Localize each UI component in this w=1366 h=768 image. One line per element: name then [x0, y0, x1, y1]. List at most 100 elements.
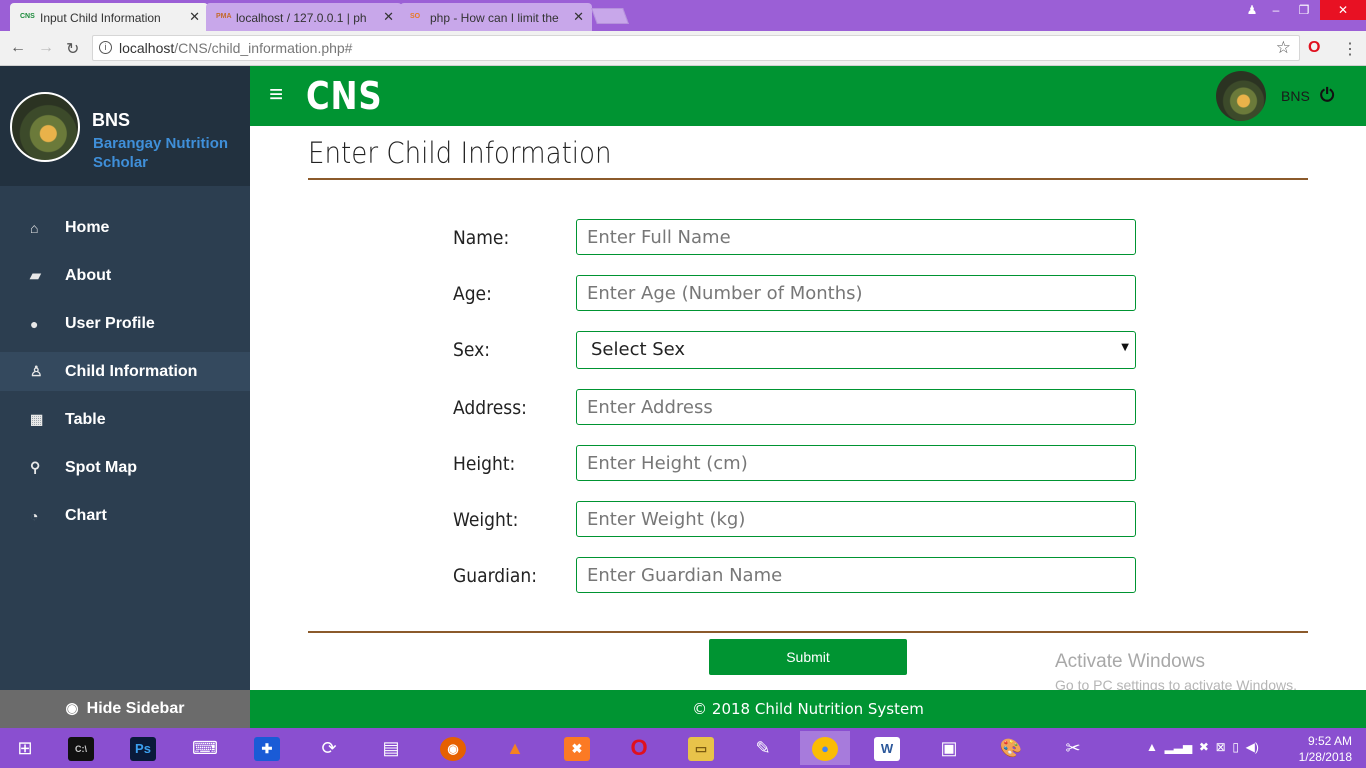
- new-tab-button[interactable]: [591, 8, 629, 24]
- form-row-sex: Sex: Select Sex ▼: [453, 331, 1153, 369]
- child-icon: ♙: [30, 363, 43, 379]
- windows-start-icon[interactable]: ⊞: [0, 731, 50, 765]
- signal-icon[interactable]: ▂▃▅: [1165, 740, 1193, 754]
- user-name[interactable]: BNS: [1281, 88, 1310, 104]
- sidebar-item-label: Spot Map: [65, 458, 137, 476]
- vlc-icon[interactable]: ▲: [490, 731, 540, 765]
- sidebar-item-chart[interactable]: ◔ Chart: [0, 496, 250, 535]
- tab-title: Input Child Information: [40, 11, 161, 25]
- browser-tab-bar: CNS Input Child Information ✕ PMA localhos…: [0, 0, 1366, 31]
- reload-icon[interactable]: ↻: [66, 39, 79, 59]
- firefox-icon[interactable]: ◉: [428, 731, 478, 765]
- age-label: Age:: [453, 283, 492, 305]
- tab-stackoverflow[interactable]: SO php - How can I limit the ✕: [400, 3, 592, 31]
- stackoverflow-favicon-icon: SO: [410, 12, 421, 20]
- photos-icon[interactable]: ▣: [924, 731, 974, 765]
- back-icon[interactable]: ←: [10, 39, 26, 57]
- sidebar-item-home[interactable]: ⌂ Home: [0, 208, 250, 247]
- shield-icon[interactable]: ✚: [242, 731, 292, 765]
- sidebar-item-about[interactable]: ▰ About: [0, 256, 250, 295]
- main-content: Enter Child Information Name: Age: Sex: …: [250, 126, 1366, 693]
- hide-sidebar-button[interactable]: ◉ Hide Sidebar: [0, 690, 250, 728]
- sync-icon[interactable]: ⟳: [304, 731, 354, 765]
- restore-icon[interactable]: ❐: [1290, 0, 1318, 20]
- volume-icon[interactable]: ◀): [1246, 740, 1259, 754]
- age-input[interactable]: [576, 275, 1136, 311]
- avatar: [10, 92, 80, 162]
- address-input[interactable]: [576, 389, 1136, 425]
- opera-icon[interactable]: O: [1308, 39, 1320, 57]
- opera-taskbar-icon[interactable]: O: [614, 731, 664, 765]
- form-row-age: Age:: [453, 275, 1153, 311]
- snipping-tool-icon[interactable]: ✂: [1048, 731, 1098, 765]
- chrome-icon[interactable]: ●: [800, 731, 850, 765]
- sidebar-item-child-information[interactable]: ♙ Child Information: [0, 352, 250, 391]
- sex-select-value: Select Sex: [591, 339, 686, 360]
- name-input[interactable]: [576, 219, 1136, 255]
- tab-title: php - How can I limit the: [430, 11, 559, 25]
- brand-logo[interactable]: CNS: [306, 74, 383, 118]
- hide-sidebar-label: Hide Sidebar: [86, 700, 185, 717]
- battery-icon[interactable]: ▯: [1232, 740, 1239, 754]
- sidebar-item-user-profile[interactable]: ● User Profile: [0, 304, 250, 343]
- xampp-tray-icon[interactable]: ✖: [1199, 740, 1209, 754]
- xampp-icon[interactable]: ✖: [552, 731, 602, 765]
- keyboard-icon[interactable]: ⌨: [180, 731, 230, 765]
- hamburger-menu-icon[interactable]: ≡: [269, 83, 283, 107]
- tab-phpmyadmin[interactable]: PMA localhost / 127.0.0.1 | ph ✕: [206, 3, 402, 31]
- height-input[interactable]: [576, 445, 1136, 481]
- guardian-input[interactable]: [576, 557, 1136, 593]
- adobe-tray-icon[interactable]: ▲: [1146, 740, 1158, 754]
- sex-label: Sex:: [453, 339, 490, 361]
- sidebar-item-label: About: [65, 266, 112, 284]
- cns-favicon-icon: CNS: [20, 12, 35, 20]
- eye-slash-icon: ◉: [65, 700, 79, 717]
- forward-icon[interactable]: →: [38, 39, 54, 57]
- map-marker-icon: ⚲: [30, 459, 41, 475]
- notepad-icon[interactable]: ✎: [738, 731, 788, 765]
- divider: [308, 178, 1308, 180]
- sidebar-item-label: Table: [65, 410, 106, 428]
- sidebar-item-table[interactable]: ▦ Table: [0, 400, 250, 439]
- system-tray: ▲ ▂▃▅ ✖ ⊠ ▯ ◀): [1146, 740, 1259, 754]
- close-icon[interactable]: ✕: [189, 9, 200, 25]
- phpmyadmin-favicon-icon: PMA: [216, 12, 232, 20]
- tab-title: localhost / 127.0.0.1 | ph: [236, 11, 367, 25]
- menu-icon[interactable]: ⋮: [1342, 39, 1358, 59]
- url-input[interactable]: i localhost/CNS/child_information.php# ☆: [92, 35, 1300, 61]
- tab-input-child-information[interactable]: CNS Input Child Information ✕: [10, 3, 208, 31]
- word-icon[interactable]: W: [862, 731, 912, 765]
- sidebar-item-label: Home: [65, 218, 110, 236]
- submit-button[interactable]: Submit: [709, 639, 907, 675]
- photoshop-icon[interactable]: Ps: [118, 731, 168, 765]
- weight-input[interactable]: [576, 501, 1136, 537]
- height-label: Height:: [453, 453, 516, 475]
- control-panel-icon[interactable]: ▤: [366, 731, 416, 765]
- network-icon[interactable]: ⊠: [1216, 740, 1226, 754]
- taskbar: ⊞ C:\ Ps ⌨ ✚ ⟳ ▤ ◉ ▲ ✖ O ▭ ✎ ● W ▣ 🎨 ✂ ▲…: [0, 728, 1366, 768]
- clock-date: 1/28/2018: [1298, 750, 1352, 764]
- close-icon[interactable]: ✕: [383, 9, 394, 25]
- close-icon[interactable]: ✕: [573, 9, 584, 25]
- info-icon[interactable]: i: [99, 41, 112, 54]
- file-explorer-icon[interactable]: ▭: [676, 731, 726, 765]
- clock-time: 9:52 AM: [1307, 734, 1352, 748]
- sidebar-header: BNS Barangay Nutrition Scholar: [0, 66, 250, 186]
- user-avatar[interactable]: [1216, 71, 1266, 121]
- minimize-icon[interactable]: –: [1262, 0, 1290, 20]
- sex-select[interactable]: Select Sex ▼: [576, 331, 1136, 369]
- divider: [308, 631, 1308, 633]
- sidebar-nav: ⌂ Home ▰ About ● User Profile ♙ Child In…: [0, 208, 250, 544]
- book-icon: ▰: [30, 267, 41, 283]
- command-prompt-icon[interactable]: C:\: [56, 731, 106, 765]
- power-icon[interactable]: ⏻: [1320, 85, 1334, 106]
- bookmark-star-icon[interactable]: ☆: [1276, 38, 1291, 58]
- sidebar-item-spot-map[interactable]: ⚲ Spot Map: [0, 448, 250, 487]
- window-close-icon[interactable]: ✕: [1320, 0, 1366, 20]
- form-row-name: Name:: [453, 219, 1153, 255]
- topbar: ≡ CNS BNS ⏻: [250, 66, 1366, 126]
- system-clock[interactable]: 9:52 AM 1/28/2018: [1299, 733, 1352, 765]
- page-title: Enter Child Information: [308, 136, 612, 170]
- paint-icon[interactable]: 🎨: [986, 731, 1036, 765]
- address-bar: ← → ↻ i localhost/CNS/child_information.…: [0, 31, 1366, 66]
